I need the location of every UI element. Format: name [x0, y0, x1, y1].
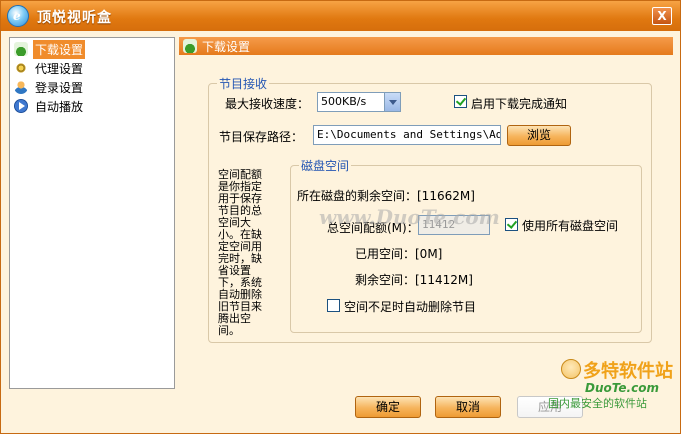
gear-icon	[14, 61, 28, 75]
panel-header: 下载设置	[179, 37, 673, 55]
settings-sidebar: 下载设置 代理设置 登录设置 自动播放	[9, 37, 175, 389]
sidebar-item-label: 登录设置	[35, 80, 84, 95]
play-icon	[14, 99, 28, 113]
use-all-disk-label: 使用所有磁盘空间	[522, 219, 619, 233]
logo-main-text: 多特软件站	[583, 361, 673, 382]
use-all-disk-checkbox[interactable]	[505, 218, 518, 231]
group-legend: 磁盘空间	[301, 159, 350, 173]
panel-title: 下载设置	[202, 39, 251, 54]
save-path-input[interactable]: E:\Documents and Settings\Admi	[313, 125, 501, 145]
watermark-text: www.DuoTe.com	[319, 205, 500, 229]
window-title: 顶悦视听盒	[37, 10, 112, 26]
remaining-space-text: 剩余空间：[11412M]	[355, 273, 473, 287]
title-bar[interactable]: e 顶悦视听盒 X	[1, 1, 680, 31]
auto-delete-label: 空间不足时自动删除节目	[344, 300, 477, 314]
max-speed-select[interactable]: 500KB/s	[317, 92, 401, 112]
sidebar-item-label: 代理设置	[35, 61, 84, 76]
sidebar-item-autoplay[interactable]: 自动播放	[14, 97, 85, 115]
notify-label: 启用下载完成通知	[471, 97, 568, 111]
app-window: e 顶悦视听盒 X 下载设置 代理设置 登录设置 自动播放 下载设置 节目接收 …	[0, 0, 681, 434]
ok-button[interactable]: 确定	[355, 396, 421, 418]
close-button[interactable]: X	[652, 7, 672, 25]
save-path-label: 节目保存路径：	[219, 130, 304, 144]
cancel-button[interactable]: 取消	[435, 396, 501, 418]
mascot-icon	[561, 359, 581, 379]
app-logo-icon: e	[7, 5, 29, 27]
auto-delete-checkbox[interactable]	[327, 299, 340, 312]
sidebar-item-download-settings[interactable]: 下载设置	[14, 39, 86, 59]
group-legend: 节目接收	[219, 77, 268, 91]
download-icon	[183, 39, 197, 53]
chevron-down-icon[interactable]	[384, 93, 400, 111]
sidebar-item-label: 下载设置	[33, 39, 86, 59]
browse-button[interactable]: 浏览	[507, 125, 571, 146]
logo-slogan-text: 国内最安全的软件站	[548, 397, 647, 410]
logo-url-text: DuoTe.com	[585, 381, 659, 395]
user-icon	[14, 80, 28, 94]
notify-checkbox[interactable]	[454, 95, 467, 108]
max-speed-label: 最大接收速度：	[225, 97, 310, 111]
duote-watermark-logo: 多特软件站 DuoTe.com 国内最安全的软件站	[548, 357, 679, 417]
max-speed-value: 500KB/s	[321, 95, 367, 108]
sidebar-item-login-settings[interactable]: 登录设置	[14, 78, 85, 96]
quota-help-text: 空间配额是你指定用于保存节目的总空间大小。在缺定空间用完时，缺省设置下，系统自动…	[218, 168, 262, 337]
sidebar-item-proxy-settings[interactable]: 代理设置	[14, 59, 85, 77]
download-icon	[14, 42, 28, 56]
used-space-text: 已用空间：[0M]	[355, 247, 443, 261]
disk-free-text: 所在磁盘的剩余空间：[11662M]	[297, 189, 475, 203]
sidebar-item-label: 自动播放	[35, 99, 84, 114]
